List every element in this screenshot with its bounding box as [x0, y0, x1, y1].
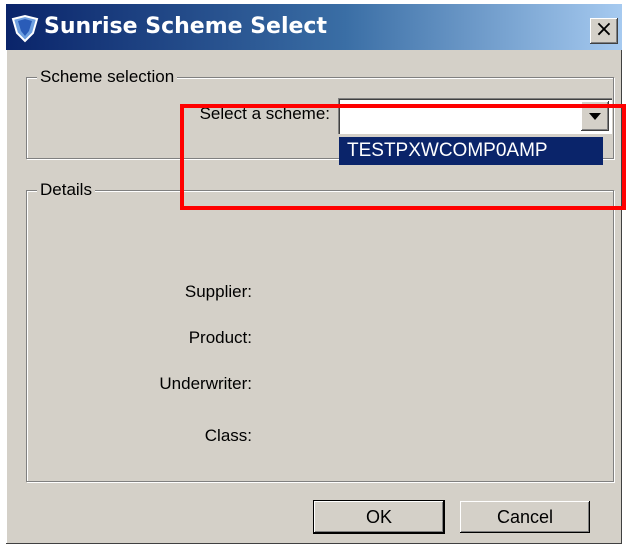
scheme-combobox[interactable]: [338, 98, 612, 134]
cancel-button[interactable]: Cancel: [460, 501, 590, 533]
dropdown-option[interactable]: TESTPXWCOMP0AMP: [339, 137, 603, 165]
class-label: Class:: [204, 426, 252, 445]
scheme-selection-label: Scheme selection: [37, 67, 178, 87]
ok-button[interactable]: OK: [313, 500, 445, 534]
details-label: Details: [37, 180, 95, 200]
window-title: Sunrise Scheme Select: [44, 14, 327, 39]
combobox-dropdown-button[interactable]: [581, 101, 609, 131]
underwriter-label: Underwriter:: [159, 374, 252, 393]
title-bar[interactable]: Sunrise Scheme Select ×: [6, 4, 622, 50]
close-button[interactable]: ×: [590, 18, 618, 44]
shield-icon: [11, 14, 39, 43]
supplier-label: Supplier:: [184, 282, 252, 301]
close-icon: ×: [594, 17, 614, 42]
select-scheme-label: Select a scheme:: [199, 104, 330, 123]
product-label: Product:: [188, 328, 252, 347]
chevron-down-icon: [589, 113, 601, 120]
